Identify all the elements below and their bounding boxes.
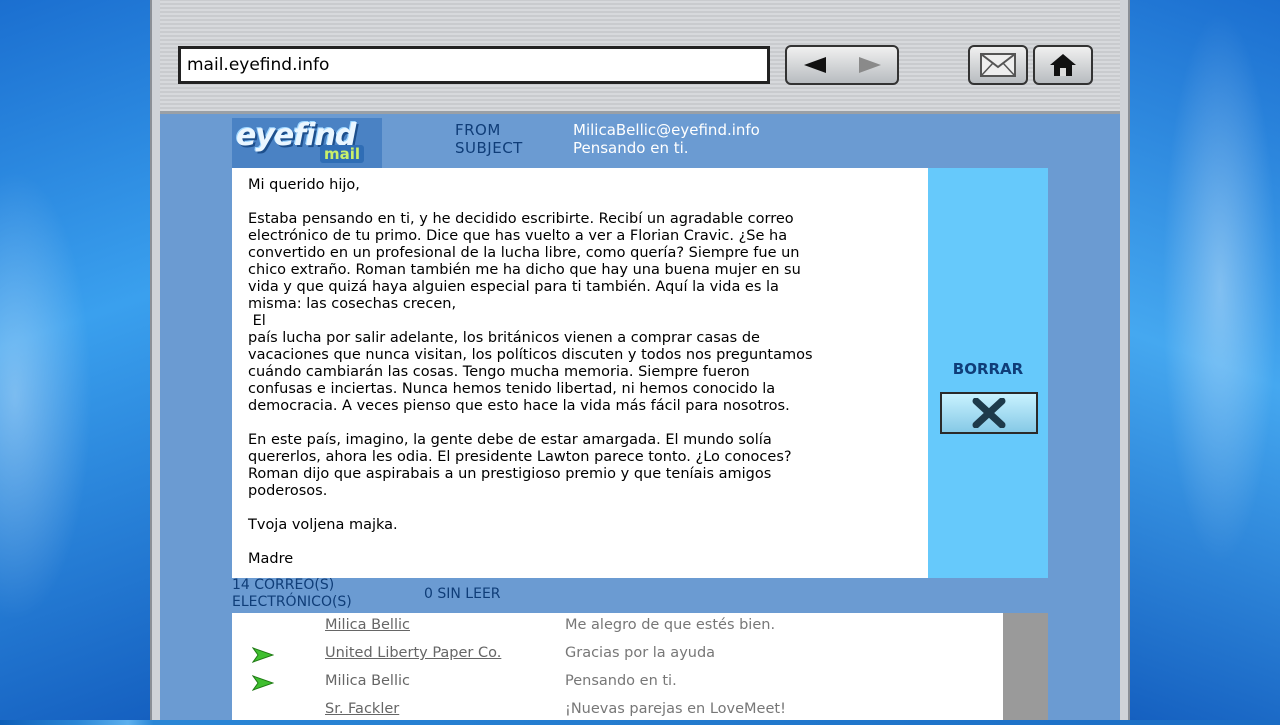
subject-label: SUBJECT [455, 139, 523, 157]
email-content-area: eyefind mail FROM MilicaBellic@eyefind.i… [160, 114, 1120, 720]
address-bar[interactable]: mail.eyefind.info [178, 46, 770, 84]
email-count: 14 CORREO(S) ELECTRÓNICO(S) [232, 577, 352, 610]
message-body: Mi querido hijo, Estaba pensando en ti, … [232, 168, 928, 578]
nav-buttons [785, 45, 899, 85]
replied-arrow-icon [251, 647, 275, 667]
delete-button[interactable] [940, 392, 1038, 434]
list-item[interactable]: United Liberty Paper Co. Gracias por la … [232, 641, 1003, 669]
x-icon [972, 398, 1006, 428]
logo-mail-text: mail [320, 145, 365, 163]
unread-count: 0 SIN LEER [424, 586, 501, 602]
desktop-background-left [0, 0, 150, 720]
list-item-subject: Pensando en ti. [565, 673, 677, 689]
from-label: FROM [455, 121, 501, 139]
inbox-list: Milica Bellic Me alegro de que estés bie… [232, 613, 1003, 720]
arrow-right-icon [858, 57, 881, 73]
list-item[interactable]: Milica Bellic Me alegro de que estés bie… [232, 613, 1003, 641]
inbox-scrollbar[interactable] [1003, 613, 1048, 720]
back-button[interactable] [787, 47, 842, 83]
list-item-sender[interactable]: Sr. Fackler [325, 701, 399, 717]
browser-toolbar: mail.eyefind.info [160, 0, 1120, 114]
list-item[interactable]: Milica Bellic Pensando en ti. [232, 669, 1003, 697]
arrow-left-icon [803, 57, 826, 73]
replied-arrow-icon [251, 675, 275, 695]
subject-value: Pensando en ti. [573, 139, 689, 157]
mail-button[interactable] [968, 45, 1028, 85]
action-panel: BORRAR [928, 168, 1048, 578]
home-button[interactable] [1033, 45, 1093, 85]
list-item-subject: ¡Nuevas parejas en LoveMeet! [565, 701, 786, 717]
list-item[interactable]: Sr. Fackler ¡Nuevas parejas en LoveMeet! [232, 697, 1003, 725]
desktop-background-right [1130, 0, 1280, 720]
list-item-sender[interactable]: Milica Bellic [325, 617, 410, 633]
eyefind-mail-logo: eyefind mail [232, 118, 382, 168]
home-icon [1050, 54, 1076, 76]
delete-label: BORRAR [952, 360, 1024, 378]
list-item-sender[interactable]: Milica Bellic [325, 673, 410, 689]
forward-button[interactable] [842, 47, 897, 83]
from-value: MilicaBellic@eyefind.info [573, 121, 760, 139]
list-item-subject: Me alegro de que estés bien. [565, 617, 776, 633]
envelope-icon [980, 53, 1016, 77]
list-item-sender[interactable]: United Liberty Paper Co. [325, 645, 501, 661]
list-item-subject: Gracias por la ayuda [565, 645, 716, 661]
